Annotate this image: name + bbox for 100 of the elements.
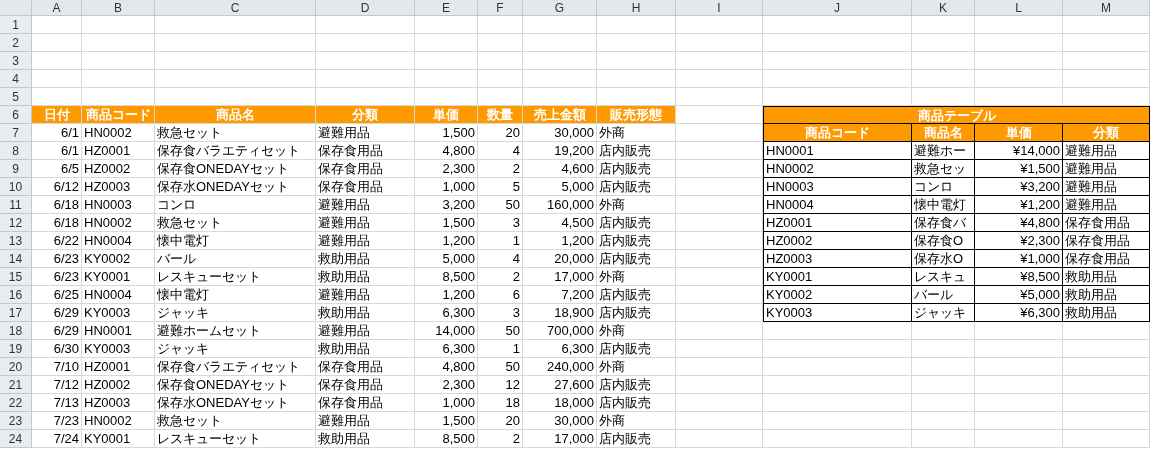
row-header[interactable]: 13 xyxy=(0,232,32,250)
row-header[interactable]: 15 xyxy=(0,268,32,286)
empty-cell[interactable] xyxy=(912,16,975,34)
empty-cell[interactable] xyxy=(415,52,478,70)
row-header[interactable]: 6 xyxy=(0,106,32,124)
column-header[interactable]: F xyxy=(478,0,523,16)
empty-cell[interactable] xyxy=(523,34,597,52)
row-header[interactable]: 22 xyxy=(0,394,32,412)
empty-cell[interactable] xyxy=(597,70,676,88)
column-header[interactable]: K xyxy=(912,0,975,16)
empty-cell[interactable] xyxy=(597,52,676,70)
empty-cell[interactable] xyxy=(975,412,1063,430)
row-header[interactable]: 18 xyxy=(0,322,32,340)
column-header[interactable]: C xyxy=(155,0,316,16)
empty-cell[interactable] xyxy=(912,358,975,376)
row-header[interactable]: 20 xyxy=(0,358,32,376)
empty-cell[interactable] xyxy=(82,16,155,34)
empty-cell[interactable] xyxy=(763,52,912,70)
column-header[interactable]: A xyxy=(32,0,82,16)
empty-cell[interactable] xyxy=(316,16,415,34)
empty-cell[interactable] xyxy=(912,412,975,430)
row-header[interactable]: 2 xyxy=(0,34,32,52)
empty-cell[interactable] xyxy=(975,430,1063,448)
empty-cell[interactable] xyxy=(1063,358,1150,376)
row-header[interactable]: 7 xyxy=(0,124,32,142)
empty-cell[interactable] xyxy=(763,394,912,412)
empty-cell[interactable] xyxy=(415,34,478,52)
empty-cell[interactable] xyxy=(763,412,912,430)
empty-cell[interactable] xyxy=(763,16,912,34)
empty-cell[interactable] xyxy=(316,52,415,70)
row-header[interactable]: 11 xyxy=(0,196,32,214)
empty-cell[interactable] xyxy=(478,70,523,88)
empty-cell[interactable] xyxy=(975,394,1063,412)
empty-cell[interactable] xyxy=(523,16,597,34)
row-header[interactable]: 17 xyxy=(0,304,32,322)
empty-cell[interactable] xyxy=(763,70,912,88)
column-header[interactable]: L xyxy=(975,0,1063,16)
empty-cell[interactable] xyxy=(975,70,1063,88)
empty-cell[interactable] xyxy=(155,52,316,70)
empty-cell[interactable] xyxy=(975,358,1063,376)
row-header[interactable]: 10 xyxy=(0,178,32,196)
empty-cell[interactable] xyxy=(415,70,478,88)
empty-cell[interactable] xyxy=(478,16,523,34)
empty-cell[interactable] xyxy=(975,16,1063,34)
empty-cell[interactable] xyxy=(155,70,316,88)
row-header[interactable]: 24 xyxy=(0,430,32,448)
empty-cell[interactable] xyxy=(975,376,1063,394)
empty-cell[interactable] xyxy=(316,34,415,52)
row-header[interactable]: 12 xyxy=(0,214,32,232)
row-header[interactable]: 21 xyxy=(0,376,32,394)
column-header[interactable]: J xyxy=(763,0,912,16)
row-header[interactable]: 8 xyxy=(0,142,32,160)
empty-cell[interactable] xyxy=(912,34,975,52)
empty-cell[interactable] xyxy=(912,394,975,412)
empty-cell[interactable] xyxy=(763,430,912,448)
column-header[interactable]: G xyxy=(523,0,597,16)
empty-cell[interactable] xyxy=(155,34,316,52)
empty-cell[interactable] xyxy=(597,16,676,34)
empty-cell[interactable] xyxy=(975,34,1063,52)
empty-cell[interactable] xyxy=(912,322,975,340)
select-all-corner[interactable] xyxy=(0,0,32,16)
empty-cell[interactable] xyxy=(155,16,316,34)
empty-cell[interactable] xyxy=(1063,376,1150,394)
row-header[interactable]: 3 xyxy=(0,52,32,70)
empty-cell[interactable] xyxy=(523,70,597,88)
empty-cell[interactable] xyxy=(763,34,912,52)
column-header[interactable]: E xyxy=(415,0,478,16)
empty-cell[interactable] xyxy=(676,70,763,88)
column-header[interactable]: D xyxy=(316,0,415,16)
empty-cell[interactable] xyxy=(597,34,676,52)
empty-cell[interactable] xyxy=(1063,70,1150,88)
empty-cell[interactable] xyxy=(82,70,155,88)
empty-cell[interactable] xyxy=(912,376,975,394)
empty-cell[interactable] xyxy=(912,52,975,70)
empty-cell[interactable] xyxy=(316,70,415,88)
column-header[interactable]: H xyxy=(597,0,676,16)
empty-cell[interactable] xyxy=(676,34,763,52)
empty-cell[interactable] xyxy=(1063,322,1150,340)
row-header[interactable]: 5 xyxy=(0,88,32,106)
column-header[interactable]: B xyxy=(82,0,155,16)
row-header[interactable]: 1 xyxy=(0,16,32,34)
empty-cell[interactable] xyxy=(975,322,1063,340)
column-header[interactable]: I xyxy=(676,0,763,16)
empty-cell[interactable] xyxy=(1063,430,1150,448)
empty-cell[interactable] xyxy=(912,70,975,88)
empty-cell[interactable] xyxy=(975,340,1063,358)
empty-cell[interactable] xyxy=(912,430,975,448)
empty-cell[interactable] xyxy=(82,34,155,52)
row-header[interactable]: 14 xyxy=(0,250,32,268)
empty-cell[interactable] xyxy=(523,52,597,70)
empty-cell[interactable] xyxy=(763,358,912,376)
row-header[interactable]: 23 xyxy=(0,412,32,430)
empty-cell[interactable] xyxy=(975,52,1063,70)
column-header[interactable]: M xyxy=(1063,0,1150,16)
row-header[interactable]: 16 xyxy=(0,286,32,304)
row-header[interactable]: 9 xyxy=(0,160,32,178)
empty-cell[interactable] xyxy=(763,340,912,358)
empty-cell[interactable] xyxy=(676,52,763,70)
empty-cell[interactable] xyxy=(478,52,523,70)
empty-cell[interactable] xyxy=(676,88,763,106)
